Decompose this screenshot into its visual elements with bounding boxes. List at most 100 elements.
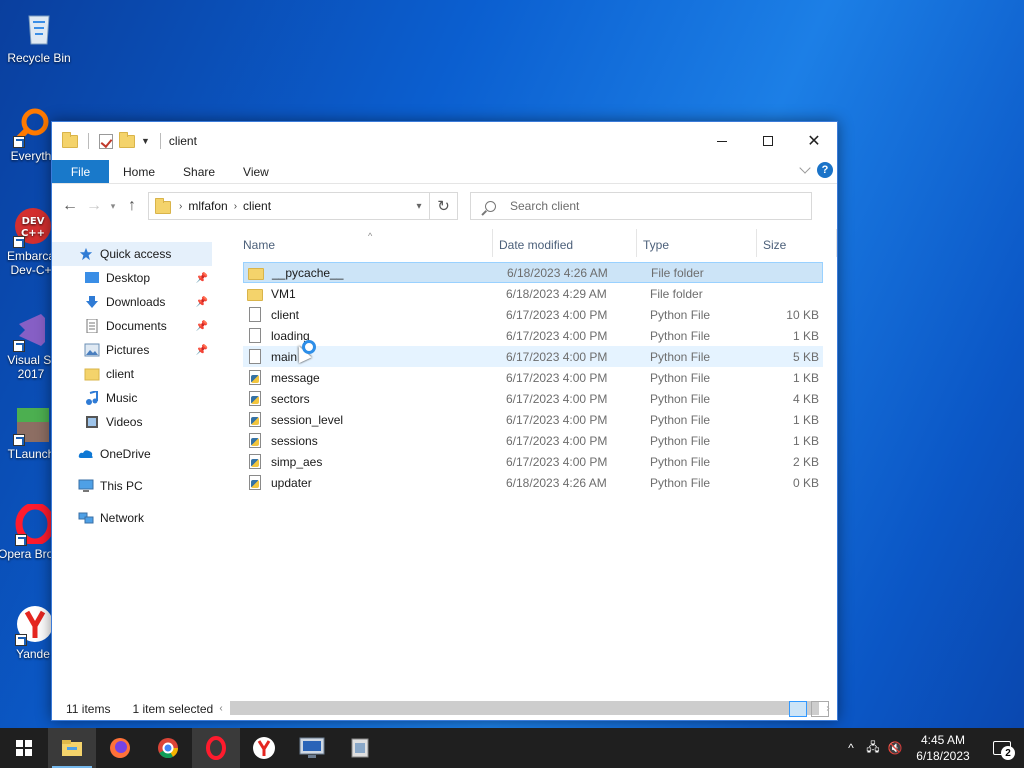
file-size: 1 KB — [792, 412, 819, 427]
file-size: 5 KB — [792, 349, 819, 364]
nav-documents[interactable]: Documents 📌 — [52, 314, 212, 338]
column-header-name[interactable]: Name — [237, 238, 275, 252]
tab-share[interactable]: Share — [169, 160, 229, 183]
network-status-icon[interactable]: 🖧 — [862, 738, 884, 759]
back-button[interactable]: ← — [58, 194, 82, 218]
computer-icon — [78, 479, 94, 492]
navpane-scrollbar[interactable] — [212, 229, 226, 698]
column-header-date[interactable]: Date modified — [493, 238, 573, 252]
taskbar-file-explorer[interactable] — [48, 728, 96, 768]
file-row[interactable]: __pycache__ 6/18/2023 4:26 AM File folde… — [243, 262, 823, 283]
file-list: __pycache__ 6/18/2023 4:26 AM File folde… — [243, 262, 823, 493]
file-type: File folder — [650, 286, 703, 301]
search-box[interactable]: Search client — [470, 192, 812, 220]
file-row[interactable]: session_level 6/17/2023 4:00 PM Python F… — [243, 409, 823, 430]
file-row[interactable]: loading 6/17/2023 4:00 PM Python File 1 … — [243, 325, 823, 346]
column-header-type[interactable]: Type — [637, 238, 669, 252]
nav-onedrive[interactable]: OneDrive — [52, 442, 212, 466]
address-dropdown-icon[interactable]: ▾ — [409, 201, 429, 212]
title-bar[interactable]: ▼ client ✕ — [52, 122, 837, 160]
navigation-bar: ← → ▾ ↑ › mlfafon › client ▾ ↻ Search cl… — [52, 184, 837, 228]
recent-locations-button[interactable]: ▾ — [106, 201, 120, 212]
windows-logo-icon — [16, 740, 32, 756]
taskbar-firefox[interactable] — [96, 728, 144, 768]
file-row[interactable]: main 6/17/2023 4:00 PM Python File 5 KB — [243, 346, 823, 367]
taskbar-remote-desktop[interactable] — [288, 728, 336, 768]
busy-spinner-icon — [302, 340, 316, 354]
shortcut-arrow-icon — [13, 136, 25, 148]
refresh-button[interactable]: ↻ — [430, 192, 458, 220]
desktop-icon-recycle-bin[interactable]: Recycle Bin — [2, 8, 76, 65]
nav-pictures[interactable]: Pictures 📌 — [52, 338, 212, 362]
expand-ribbon-chevron-icon[interactable] — [799, 162, 811, 174]
nav-desktop[interactable]: Desktop 📌 — [52, 266, 212, 290]
shortcut-arrow-icon — [13, 236, 25, 248]
file-type: Python File — [650, 412, 711, 427]
customize-toolbar-icon[interactable]: ▼ — [141, 136, 150, 146]
file-row[interactable]: sectors 6/17/2023 4:00 PM Python File 4 … — [243, 388, 823, 409]
file-name: session_level — [271, 412, 344, 427]
tab-file[interactable]: File — [52, 160, 109, 183]
taskbar-opera[interactable] — [192, 728, 240, 768]
close-icon: ✕ — [807, 133, 821, 150]
file-size: 1 KB — [792, 328, 819, 343]
maximize-button[interactable] — [745, 122, 791, 160]
nav-label: client — [106, 367, 135, 381]
file-row[interactable]: VM1 6/18/2023 4:29 AM File folder — [243, 283, 823, 304]
remote-desktop-icon — [299, 737, 325, 758]
file-row[interactable]: sessions 6/17/2023 4:00 PM Python File 1… — [243, 430, 823, 451]
action-center-button[interactable]: 2 — [980, 728, 1024, 768]
large-icons-view-icon[interactable] — [811, 701, 829, 717]
file-explorer-icon — [62, 740, 82, 756]
nav-label: Network — [100, 511, 145, 525]
breadcrumb-mlfafon[interactable]: mlfafon — [188, 199, 227, 213]
file-row[interactable]: client 6/17/2023 4:00 PM Python File 10 … — [243, 304, 823, 325]
properties-icon[interactable] — [99, 133, 113, 149]
folder-icon — [84, 368, 100, 381]
start-button[interactable] — [0, 728, 48, 768]
tab-view[interactable]: View — [229, 160, 283, 183]
file-date: 6/17/2023 4:00 PM — [506, 307, 608, 322]
file-row[interactable]: message 6/17/2023 4:00 PM Python File 1 … — [243, 367, 823, 388]
nav-this-pc[interactable]: This PC — [52, 474, 212, 498]
show-hidden-icons-chevron-icon[interactable]: ^ — [840, 741, 862, 755]
nav-client[interactable]: client — [52, 362, 212, 386]
forward-button[interactable]: → — [82, 194, 106, 218]
taskbar-yandex[interactable] — [240, 728, 288, 768]
details-view-icon[interactable] — [789, 701, 807, 717]
address-bar[interactable]: › mlfafon › client ▾ — [148, 192, 430, 220]
close-button[interactable]: ✕ — [791, 122, 837, 160]
nav-network[interactable]: Network — [52, 506, 212, 530]
minimize-button[interactable] — [699, 122, 745, 160]
column-divider[interactable] — [836, 229, 837, 257]
nav-quick-access[interactable]: Quick access — [52, 242, 212, 266]
desktop-icon-label: Recycle Bin — [7, 51, 71, 65]
desktop-icon — [85, 272, 99, 283]
clock-time: 4:45 AM — [920, 733, 966, 747]
new-folder-icon[interactable] — [119, 131, 135, 148]
nav-music[interactable]: Music — [52, 386, 212, 410]
nav-videos[interactable]: Videos — [52, 410, 212, 434]
file-size: 1 KB — [792, 370, 819, 385]
file-row[interactable]: updater 6/18/2023 4:26 AM Python File 0 … — [243, 472, 823, 493]
up-button[interactable]: ↑ — [120, 194, 144, 218]
taskbar-app[interactable] — [336, 728, 384, 768]
help-button[interactable]: ? — [817, 162, 833, 178]
taskbar: ^ 🖧 🔇 4:45 AM 6/18/2023 2 — [0, 728, 1024, 768]
content-area: Quick access Desktop 📌 Downloads 📌 Docum… — [52, 229, 837, 698]
taskbar-chrome[interactable] — [144, 728, 192, 768]
clock[interactable]: 4:45 AM 6/18/2023 — [906, 732, 980, 764]
breadcrumb-client[interactable]: client — [243, 199, 271, 213]
nav-downloads[interactable]: Downloads 📌 — [52, 290, 212, 314]
nav-label: OneDrive — [100, 447, 151, 461]
file-row[interactable]: simp_aes 6/17/2023 4:00 PM Python File 2… — [243, 451, 823, 472]
column-headers: ^ Name Date modified Type Size — [227, 229, 837, 259]
column-header-size[interactable]: Size — [757, 238, 786, 252]
tab-home[interactable]: Home — [109, 160, 169, 183]
file-name: simp_aes — [271, 454, 323, 469]
pin-icon: 📌 — [195, 320, 208, 332]
yandex-icon — [253, 737, 275, 759]
volume-muted-icon[interactable]: 🔇 — [884, 741, 906, 755]
